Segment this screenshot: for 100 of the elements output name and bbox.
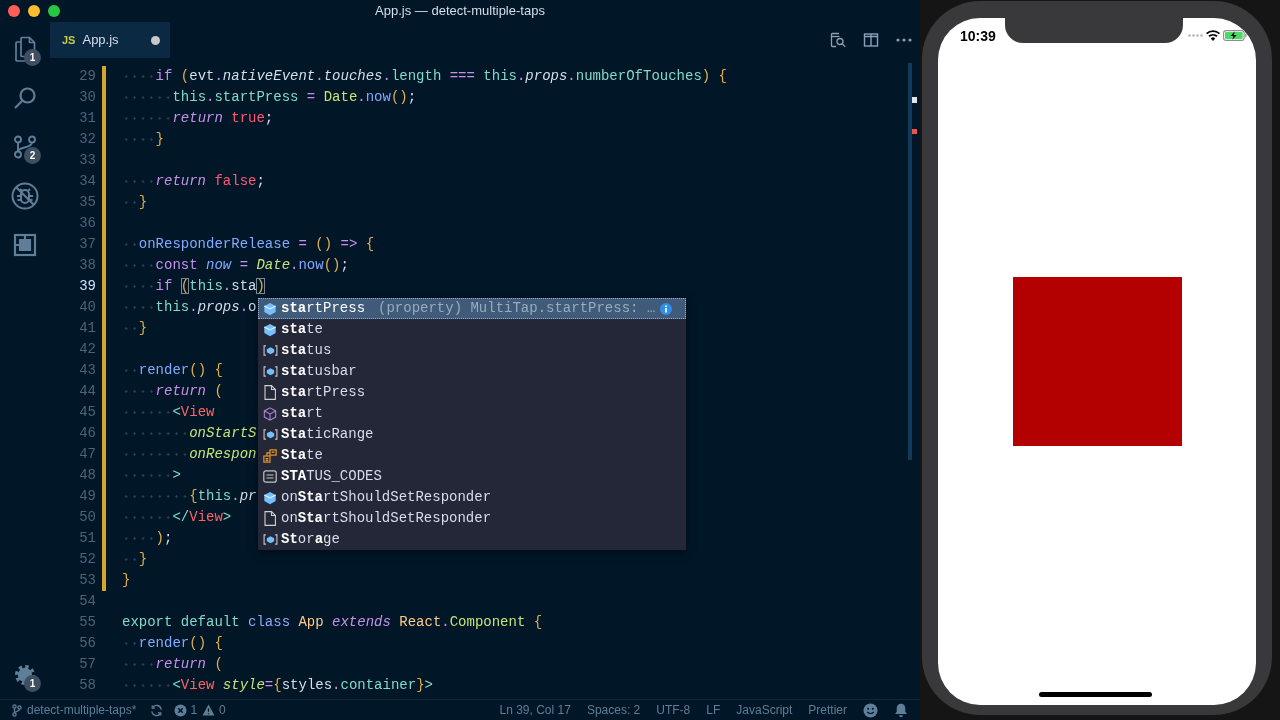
split-editor-icon[interactable] xyxy=(863,32,879,48)
cursor-position[interactable]: Ln 39, Col 17 xyxy=(499,700,571,720)
notification-badge: 1 xyxy=(24,675,41,692)
line-number: 46 xyxy=(78,424,96,443)
line-number: 57 xyxy=(78,655,96,674)
line-number: 38 xyxy=(78,256,96,275)
bracketed-cube-icon xyxy=(262,429,278,440)
line-number: 44 xyxy=(78,382,96,401)
code-line: export default class App extends React.Component { xyxy=(122,613,543,632)
file-type-label: JS xyxy=(62,33,76,48)
wifi-icon xyxy=(1206,30,1220,41)
line-number: 32 xyxy=(78,130,96,149)
document-icon xyxy=(264,385,276,400)
line-number: 47 xyxy=(78,445,96,464)
battery-charging-icon xyxy=(1223,30,1247,41)
zoom-button[interactable] xyxy=(48,5,60,17)
cube-icon xyxy=(263,301,277,316)
cube-outline-icon xyxy=(263,406,277,421)
extensions-icon[interactable] xyxy=(13,232,37,257)
code-line: return false; xyxy=(122,171,265,192)
file-encoding[interactable]: UTF-8 xyxy=(656,700,691,720)
line-number: 54 xyxy=(78,592,96,611)
suggestion-item[interactable]: State xyxy=(258,445,686,466)
code-line: render() { xyxy=(122,360,223,381)
suggestion-item[interactable]: StaticRange xyxy=(258,424,686,445)
line-number: 40 xyxy=(78,298,96,317)
line-number: 33 xyxy=(78,151,96,170)
line-number: 41 xyxy=(78,319,96,338)
no-bug-icon[interactable] xyxy=(11,181,39,210)
line-number: 35 xyxy=(78,193,96,212)
language-mode[interactable]: JavaScript xyxy=(736,700,793,720)
line-number: 53 xyxy=(78,571,96,590)
line-number: 39 xyxy=(78,277,96,296)
bell-icon[interactable] xyxy=(894,702,908,718)
line-number: 30 xyxy=(78,88,96,107)
dot-icon[interactable] xyxy=(151,35,160,45)
scrollbar-thumb[interactable] xyxy=(908,63,912,460)
suggestion-item[interactable]: onStartShouldSetResponder xyxy=(258,508,686,529)
line-number: 51 xyxy=(78,529,96,548)
branch-name[interactable]: detect-multiple-taps* xyxy=(27,700,137,720)
code-line: const now = Date.now(); xyxy=(122,255,349,276)
line-number: 45 xyxy=(78,403,96,422)
line-number: 52 xyxy=(78,550,96,569)
cube-icon xyxy=(263,490,277,505)
line-number: 50 xyxy=(78,508,96,527)
suggestion-item[interactable]: startPress xyxy=(258,382,686,403)
list-box-icon xyxy=(263,470,277,483)
line-number: 42 xyxy=(78,340,96,359)
bracketed-cube-icon xyxy=(262,534,278,545)
line-number: 55 xyxy=(78,613,96,632)
line-number: 49 xyxy=(78,487,96,506)
clock-time: 10:39 xyxy=(960,28,996,44)
suggestion-item[interactable]: onStartShouldSetResponder xyxy=(258,487,686,508)
line-number: 56 xyxy=(78,634,96,653)
suggestion-item[interactable]: startPress (property) MultiTap.startPress: … xyxy=(258,298,686,319)
sync-icon[interactable] xyxy=(150,703,164,717)
smiley-icon[interactable] xyxy=(863,702,878,718)
error-icon[interactable] xyxy=(174,703,188,717)
files-icon[interactable] xyxy=(13,35,37,62)
warning-icon[interactable] xyxy=(202,704,216,716)
branch-icon[interactable] xyxy=(12,703,22,717)
minimize-button[interactable] xyxy=(28,5,40,17)
line-ending-setting[interactable]: LF xyxy=(706,700,721,720)
line-number: 34 xyxy=(78,172,96,191)
code-line: render() { xyxy=(122,633,223,654)
code-line: if (this.sta) xyxy=(122,276,265,297)
suggestion-item[interactable]: status xyxy=(258,340,686,361)
notification-badge: 2 xyxy=(24,147,41,164)
suggestion-item[interactable]: Storage xyxy=(258,529,686,550)
info-icon[interactable] xyxy=(660,302,672,315)
signal-dots-icon xyxy=(1188,34,1203,37)
suggestion-item[interactable]: start xyxy=(258,403,686,424)
line-number: 48 xyxy=(78,466,96,485)
line-number: 43 xyxy=(78,361,96,380)
formatter-setting[interactable]: Prettier xyxy=(808,700,847,720)
code-line: this.startPress = Date.now(); xyxy=(122,87,417,108)
error-count[interactable]: 1 xyxy=(190,700,198,720)
document-icon xyxy=(264,511,276,526)
warning-count[interactable]: 0 xyxy=(219,700,226,720)
file-tab[interactable]: JS App.js xyxy=(50,22,170,58)
linked-boxes-icon xyxy=(263,448,277,463)
code-line: </View> xyxy=(122,507,232,528)
suggestion-item[interactable]: state xyxy=(258,319,686,340)
code-line: } xyxy=(122,571,131,590)
magnifier-page-icon[interactable] xyxy=(830,32,846,48)
search-icon[interactable] xyxy=(13,85,37,110)
close-button[interactable] xyxy=(8,5,20,17)
code-line: <View style={styles.container}> xyxy=(122,675,433,696)
line-number: 37 xyxy=(78,235,96,254)
notification-badge: 1 xyxy=(24,49,41,66)
line-number: 29 xyxy=(78,67,96,86)
indentation-setting[interactable]: Spaces: 2 xyxy=(586,700,641,720)
more-icon[interactable] xyxy=(896,38,912,42)
suggestion-item[interactable]: statusbar xyxy=(258,361,686,382)
source-control-icon[interactable] xyxy=(13,134,37,159)
code-line: onResponderRelease = () => { xyxy=(122,234,375,255)
code-line: this.props.o xyxy=(122,297,257,318)
line-number: 58 xyxy=(78,676,96,695)
suggestion-item[interactable]: STATUS_CODES xyxy=(258,466,686,487)
code-line: return true; xyxy=(122,108,274,129)
